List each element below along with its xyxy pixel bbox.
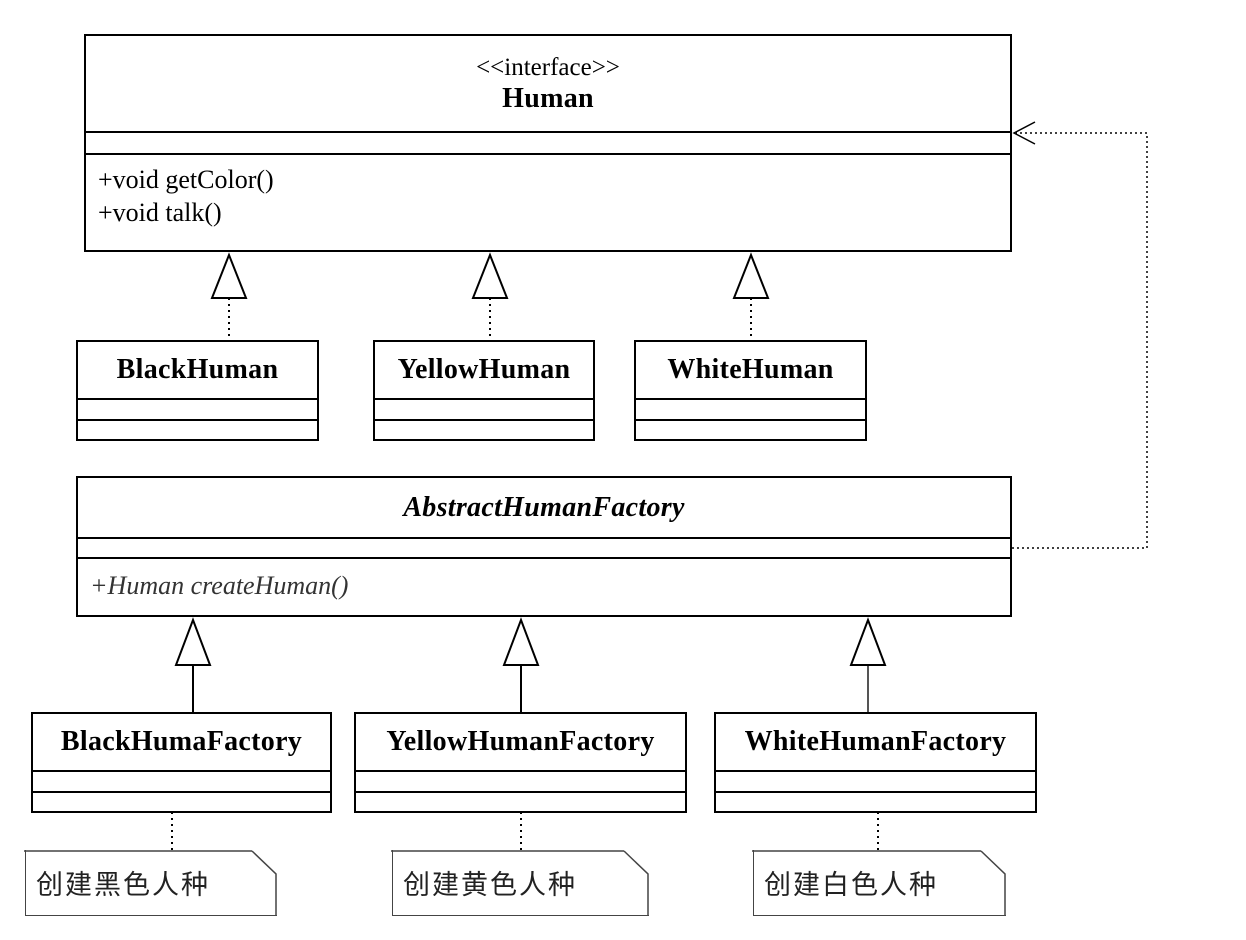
inheritance-arrowhead-black-factory — [174, 617, 212, 666]
operation-talk: +void talk() — [98, 198, 222, 227]
uml-class-diagram: <<interface>> Human +void getColor() +vo… — [0, 0, 1246, 940]
class-header: YellowHumanFactory — [356, 714, 685, 772]
note-text: 创建白色人种 — [764, 870, 938, 901]
class-attributes-section — [33, 772, 330, 793]
realization-arrowhead-white-human — [732, 252, 770, 299]
white-human-factory-class[interactable]: WhiteHumanFactory — [714, 712, 1037, 813]
note-text: 创建黑色人种 — [36, 870, 210, 901]
abstract-factory-attributes-section — [78, 539, 1010, 559]
human-attributes-section — [86, 133, 1010, 155]
operation-create-human: +Human createHuman() — [90, 571, 349, 600]
note-text: 创建黄色人种 — [403, 870, 577, 901]
yellow-human-factory-class[interactable]: YellowHumanFactory — [354, 712, 687, 813]
class-attributes-section — [78, 400, 317, 421]
white-human-class[interactable]: WhiteHuman — [634, 340, 867, 441]
note-create-white-human[interactable]: 创建白色人种 — [752, 850, 1006, 916]
note-create-black-human[interactable]: 创建黑色人种 — [24, 850, 277, 916]
abstract-factory-operations-section: +Human createHuman() — [78, 559, 1010, 612]
abstract-factory-name: AbstractHumanFactory — [403, 491, 685, 523]
interface-stereotype: <<interface>> — [476, 53, 620, 81]
operation-get-color: +void getColor() — [98, 165, 274, 194]
class-name: WhiteHumanFactory — [744, 726, 1007, 757]
human-operations-section: +void getColor() +void talk() — [86, 155, 1010, 237]
class-attributes-section — [716, 772, 1035, 793]
class-attributes-section — [356, 772, 685, 793]
abstract-factory-header: AbstractHumanFactory — [78, 478, 1010, 539]
class-header: BlackHumaFactory — [33, 714, 330, 772]
class-name: YellowHuman — [397, 354, 571, 385]
class-name: YellowHumanFactory — [386, 726, 655, 757]
class-name: BlackHumaFactory — [60, 726, 303, 757]
black-human-class[interactable]: BlackHuman — [76, 340, 319, 441]
class-name: BlackHuman — [116, 354, 279, 385]
abstract-human-factory-class[interactable]: AbstractHumanFactory +Human createHuman(… — [76, 476, 1012, 617]
class-header: BlackHuman — [78, 342, 317, 400]
black-human-factory-class[interactable]: BlackHumaFactory — [31, 712, 332, 813]
class-header: YellowHuman — [375, 342, 593, 400]
realization-arrowhead-yellow-human — [471, 252, 509, 299]
note-folded-corner — [752, 850, 1006, 916]
inheritance-arrowhead-white-factory — [849, 617, 887, 666]
note-folded-corner — [24, 850, 277, 916]
note-folded-corner — [391, 850, 649, 916]
class-header: WhiteHuman — [636, 342, 865, 400]
class-attributes-section — [375, 400, 593, 421]
human-interface-box[interactable]: <<interface>> Human +void getColor() +vo… — [84, 34, 1012, 252]
inheritance-arrowhead-yellow-factory — [502, 617, 540, 666]
yellow-human-class[interactable]: YellowHuman — [373, 340, 595, 441]
human-interface-name: Human — [502, 82, 594, 114]
class-attributes-section — [636, 400, 865, 421]
dependency-line-factory-to-human — [1012, 132, 1148, 549]
human-interface-header: <<interface>> Human — [86, 36, 1010, 133]
note-create-yellow-human[interactable]: 创建黄色人种 — [391, 850, 649, 916]
realization-arrowhead-black-human — [210, 252, 248, 299]
class-name: WhiteHuman — [667, 354, 834, 385]
class-header: WhiteHumanFactory — [716, 714, 1035, 772]
